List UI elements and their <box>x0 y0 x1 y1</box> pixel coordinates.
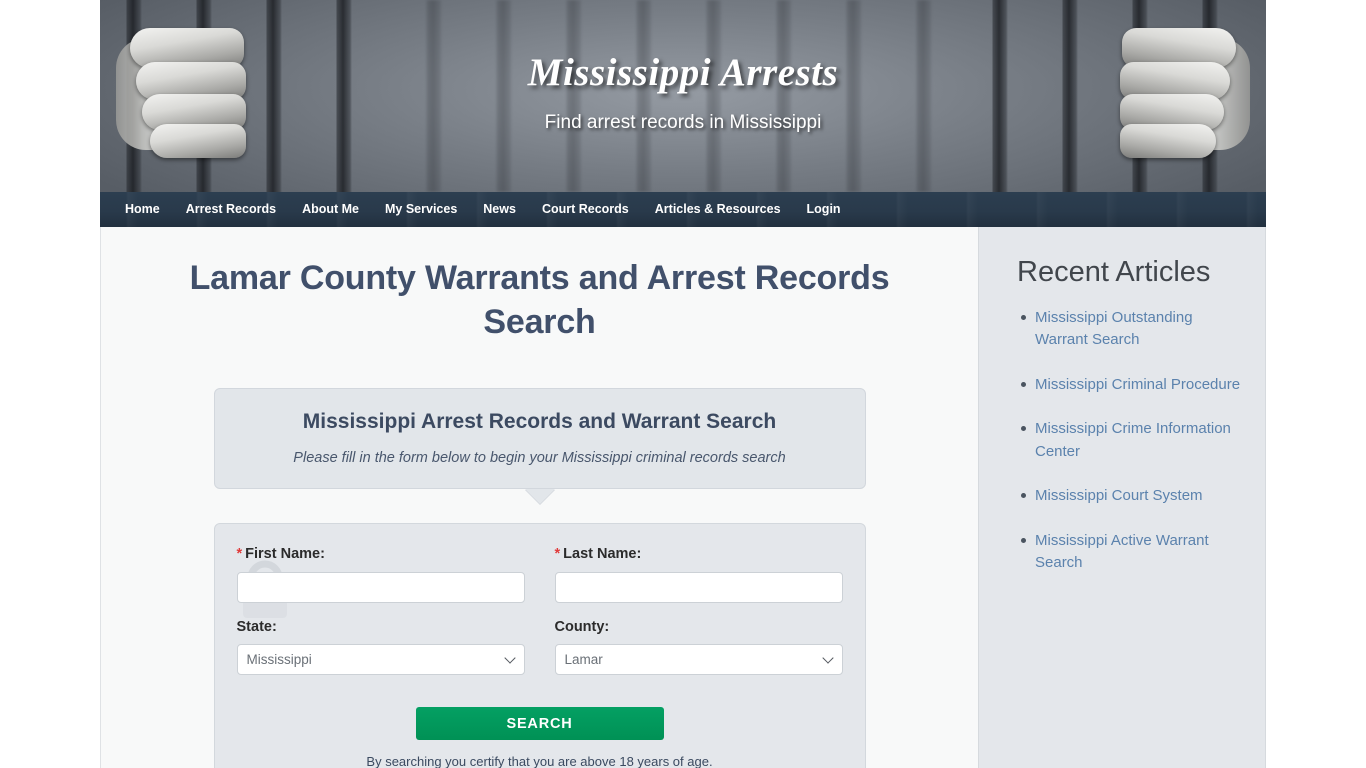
last-name-field-block: * Last Name: <box>554 546 843 603</box>
nav-item-my-services[interactable]: My Services <box>372 192 470 227</box>
nav-item-court-records[interactable]: Court Records <box>529 192 642 227</box>
banner-title-block: Mississippi Arrests Find arrest records … <box>100 51 1266 134</box>
state-field-block: State: Mississippi <box>236 618 525 675</box>
list-item: Mississippi Crime Information Center <box>1021 418 1249 463</box>
last-name-label-text: Last Name: <box>563 546 642 563</box>
arrest-search-form: * First Name: * Last Name: State: Missis… <box>213 523 866 768</box>
first-name-input[interactable] <box>236 571 525 603</box>
content-row: Lamar County Warrants and Arrest Records… <box>100 227 1266 768</box>
list-item: Mississippi Court System <box>1021 485 1249 508</box>
page-root: Mississippi Arrests Find arrest records … <box>0 0 1366 768</box>
county-label: County: <box>554 618 610 635</box>
last-name-required-marker: * <box>554 546 561 563</box>
county-select[interactable]: Lamar <box>554 644 843 675</box>
article-link-criminal-procedure[interactable]: Mississippi Criminal Procedure <box>1035 376 1240 393</box>
article-link-active-warrant-search[interactable]: Mississippi Active Warrant Search <box>1035 532 1209 572</box>
sidebar-heading: Recent Articles <box>1017 256 1211 288</box>
nav-item-login[interactable]: Login <box>794 192 854 227</box>
nav-item-articles-resources[interactable]: Articles & Resources <box>642 192 794 227</box>
main-navigation: Home Arrest Records About Me My Services… <box>100 192 1266 227</box>
page-title: Lamar County Warrants and Arrest Records… <box>189 259 890 341</box>
list-item: Mississippi Criminal Procedure <box>1021 374 1249 397</box>
state-label: State: <box>236 618 277 635</box>
age-disclaimer: By searching you certify that you are ab… <box>366 754 713 768</box>
article-link-court-system[interactable]: Mississippi Court System <box>1035 487 1203 504</box>
state-select[interactable]: Mississippi <box>236 644 525 675</box>
site-wrapper: Mississippi Arrests Find arrest records … <box>100 0 1266 768</box>
nav-item-about-me[interactable]: About Me <box>289 192 372 227</box>
nav-item-home[interactable]: Home <box>112 192 173 227</box>
search-callout-box: Mississippi Arrest Records and Warrant S… <box>213 388 866 490</box>
first-name-field-block: * First Name: <box>236 546 525 603</box>
county-select-wrap: Lamar <box>554 644 843 675</box>
list-item: Mississippi Outstanding Warrant Search <box>1021 307 1249 352</box>
list-item: Mississippi Active Warrant Search <box>1021 530 1249 575</box>
recent-articles-list: Mississippi Outstanding Warrant Search M… <box>979 307 1265 575</box>
county-field-block: County: Lamar <box>554 618 843 675</box>
site-tagline: Find arrest records in Mississippi <box>544 111 822 133</box>
article-link-outstanding-warrant-search[interactable]: Mississippi Outstanding Warrant Search <box>1035 309 1193 349</box>
nav-item-news[interactable]: News <box>470 192 529 227</box>
search-callout-subtitle: Please fill in the form below to begin y… <box>293 450 786 467</box>
state-select-wrap: Mississippi <box>236 644 525 675</box>
first-name-label: * First Name: <box>237 546 525 563</box>
search-callout-title: Mississippi Arrest Records and Warrant S… <box>302 410 777 434</box>
site-title: Mississippi Arrests <box>527 51 839 94</box>
form-fields-grid: * First Name: * Last Name: State: Missis… <box>236 546 843 691</box>
first-name-label-text: First Name: <box>245 546 325 563</box>
site-banner: Mississippi Arrests Find arrest records … <box>100 0 1266 192</box>
search-button[interactable]: SEARCH <box>415 707 664 740</box>
main-content-column: Lamar County Warrants and Arrest Records… <box>100 227 978 768</box>
last-name-input[interactable] <box>554 571 843 603</box>
search-button-row: SEARCH <box>237 707 843 740</box>
article-link-crime-information-center[interactable]: Mississippi Crime Information Center <box>1035 420 1231 460</box>
last-name-label: * Last Name: <box>555 546 843 563</box>
search-callout: Mississippi Arrest Records and Warrant S… <box>213 388 866 505</box>
nav-item-arrest-records[interactable]: Arrest Records <box>173 192 289 227</box>
sidebar: Recent Articles Mississippi Outstanding … <box>978 227 1266 768</box>
callout-arrow-icon <box>524 489 555 505</box>
first-name-required-marker: * <box>236 546 243 563</box>
